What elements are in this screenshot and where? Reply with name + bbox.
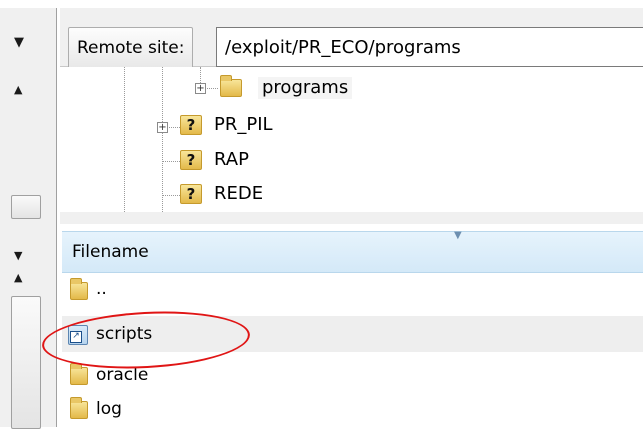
tree-guide-line xyxy=(124,67,125,212)
scroll-down-icon[interactable]: ▼ xyxy=(14,249,22,263)
expand-icon[interactable]: + xyxy=(157,122,168,133)
folder-icon xyxy=(70,397,88,419)
remote-path-input[interactable]: /exploit/PR_ECO/programs xyxy=(216,27,643,67)
remote-site-label: Remote site: xyxy=(68,27,194,69)
unknown-folder-icon: ? xyxy=(180,115,202,135)
dropdown-arrow-icon[interactable]: ▼ xyxy=(14,36,24,50)
folder-icon xyxy=(70,278,88,300)
folder-icon xyxy=(220,75,242,97)
tree-scroll-thumb[interactable] xyxy=(11,195,41,219)
unknown-folder-icon: ? xyxy=(180,150,202,170)
file-row-log[interactable]: log xyxy=(62,396,643,424)
tree-item-programs[interactable]: programs xyxy=(258,77,353,99)
unknown-folder-icon: ? xyxy=(180,184,202,204)
tree-guide-line xyxy=(162,195,180,196)
filename-header-label: Filename xyxy=(72,242,149,262)
sort-arrow-icon: ▼ xyxy=(454,230,462,241)
pane-splitter[interactable] xyxy=(60,212,643,224)
tree-guide-line xyxy=(162,67,163,212)
tree-item-rap[interactable]: RAP xyxy=(214,149,249,171)
list-scroll-thumb[interactable] xyxy=(11,296,41,429)
file-name: .. xyxy=(96,279,107,299)
list-scroll-up-icon[interactable]: ▲ xyxy=(14,271,22,285)
tree-item-pr-pil[interactable]: PR_PIL xyxy=(214,114,273,136)
file-name: log xyxy=(96,399,122,419)
scroll-up-icon[interactable]: ▲ xyxy=(14,83,22,97)
tree-item-rede[interactable]: REDE xyxy=(214,183,263,205)
file-row-parent[interactable]: .. xyxy=(62,276,643,304)
tree-guide-line xyxy=(162,161,180,162)
filename-column-header[interactable]: Filename ▼ xyxy=(62,230,643,273)
folder-icon xyxy=(70,363,88,385)
expand-icon[interactable]: + xyxy=(195,83,206,94)
